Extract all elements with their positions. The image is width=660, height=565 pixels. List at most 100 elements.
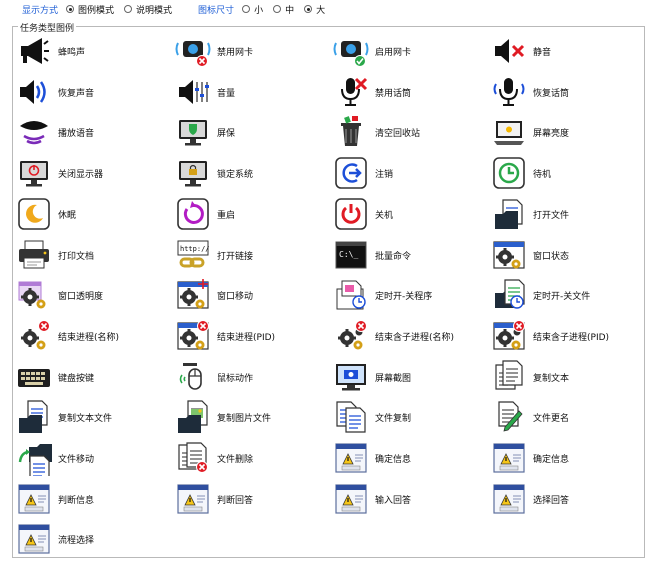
legend-item-label: 结束含子进程(PID)	[533, 332, 610, 343]
legend-item: 播放语音	[16, 114, 94, 150]
print-document-icon	[16, 237, 52, 273]
legend-item: 屏幕亮度	[491, 114, 569, 150]
legend-item-label: 键盘按键	[58, 373, 95, 384]
legend-item-label: 结束含子进程(名称)	[375, 332, 455, 343]
file-rename-icon	[491, 399, 527, 435]
icon-size-large-radio[interactable]: 大	[304, 3, 325, 16]
legend-item: 文件删除	[175, 440, 253, 476]
legend-item: 判断回答	[175, 481, 253, 517]
legend-item-label: 重启	[217, 210, 236, 221]
icon-size-small-radio[interactable]: 小	[242, 3, 263, 16]
icon-size-medium-radio[interactable]: 中	[273, 3, 294, 16]
legend-item: 确定信息	[491, 440, 569, 476]
legend-item-label: 清空回收站	[375, 128, 421, 139]
icon-size-label: 图标尺寸	[198, 5, 235, 16]
legend-item-label: 文件复制	[375, 413, 412, 424]
restore-sound-icon	[16, 74, 52, 110]
kill-process-tree-name-icon	[333, 318, 369, 354]
legend-item: 关机	[333, 196, 393, 232]
legend-item-label: 休眠	[58, 210, 77, 221]
legend-item: 复制文本文件	[16, 399, 112, 435]
legend-item-label: 打开链接	[217, 251, 254, 262]
legend-item: 鼠标动作	[175, 359, 253, 395]
legend-item: 注销	[333, 155, 393, 191]
restore-mic-icon	[491, 74, 527, 110]
legend-item: 文件更名	[491, 399, 569, 435]
legend-item-label: 流程选择	[58, 535, 95, 546]
hibernate-icon	[16, 196, 52, 232]
confirm-message-icon	[333, 440, 369, 476]
svg-text:http://: http://	[180, 245, 210, 253]
legend-item: 窗口移动	[175, 277, 253, 313]
svg-text:C:\_: C:\_	[339, 250, 358, 259]
copy-image-file-icon	[175, 399, 211, 435]
legend-item-label: 复制图片文件	[217, 413, 272, 424]
legend-item: 结束进程(名称)	[16, 318, 119, 354]
disable-mic-icon	[333, 74, 369, 110]
file-delete-icon	[175, 440, 211, 476]
copy-text-file-icon	[16, 399, 52, 435]
legend-item-label: 确定信息	[375, 454, 412, 465]
keyboard-icon	[16, 359, 52, 395]
monitor-off-icon	[16, 155, 52, 191]
legend-item-label: 禁用网卡	[217, 47, 254, 58]
options-bar: 显示方式 图例模式 说明模式 图标尺寸 小 中 大	[0, 0, 660, 18]
empty-recycle-bin-icon	[333, 114, 369, 150]
display-mode-label: 显示方式	[22, 5, 59, 16]
file-copy-icon	[333, 399, 369, 435]
mute-icon	[491, 33, 527, 69]
display-mode-description-radio[interactable]: 说明模式	[124, 3, 172, 16]
radio-dot	[66, 5, 75, 13]
legend-item: 打印文档	[16, 237, 94, 273]
screen-brightness-icon	[491, 114, 527, 150]
legend-item-label: 鼠标动作	[217, 373, 254, 384]
legend-item-label: 批量命令	[375, 251, 412, 262]
legend-item-label: 关机	[375, 210, 394, 221]
legend-item: 文件复制	[333, 399, 411, 435]
legend-item: 静音	[491, 33, 551, 69]
legend-item-label: 禁用话筒	[375, 88, 412, 99]
volume-icon	[175, 74, 211, 110]
timed-file-icon	[491, 277, 527, 313]
legend-item: 禁用话筒	[333, 74, 411, 110]
window-state-icon	[491, 237, 527, 273]
legend-item-label: 打开文件	[533, 210, 570, 221]
legend-item: 锁定系统	[175, 155, 253, 191]
legend-item-label: 蜂鸣声	[58, 47, 86, 58]
legend-item-label: 锁定系统	[217, 169, 254, 180]
batch-command-icon: C:\_	[333, 237, 369, 273]
display-mode-legend-radio[interactable]: 图例模式	[66, 3, 114, 16]
screensaver-icon	[175, 114, 211, 150]
disable-nic-icon	[175, 33, 211, 69]
legend-item: 关闭显示器	[16, 155, 103, 191]
legend-item-label: 结束进程(名称)	[58, 332, 120, 343]
legend-item: 选择回答	[491, 481, 569, 517]
legend-item-label: 选择回答	[533, 495, 570, 506]
legend-item-label: 窗口状态	[533, 251, 570, 262]
legend-item: 窗口透明度	[16, 277, 103, 313]
legend-item-label: 屏幕亮度	[533, 128, 570, 139]
legend-item-label: 文件删除	[217, 454, 254, 465]
legend-item: 键盘按键	[16, 359, 94, 395]
legend-item-label: 判断回答	[217, 495, 254, 506]
legend-item: 恢复声音	[16, 74, 94, 110]
kill-process-pid-icon	[175, 318, 211, 354]
radio-dot	[124, 5, 133, 13]
window-transparency-icon	[16, 277, 52, 313]
legend-item: 结束含子进程(PID)	[491, 318, 609, 354]
radio-dot	[242, 5, 251, 13]
legend-item-label: 恢复话筒	[533, 88, 570, 99]
choose-answer-icon	[491, 481, 527, 517]
legend-item: 音量	[175, 74, 235, 110]
legend-item-label: 打印文档	[58, 251, 95, 262]
judge-answer-icon	[175, 481, 211, 517]
legend-item: 屏幕截图	[333, 359, 411, 395]
legend-item: 复制图片文件	[175, 399, 271, 435]
input-answer-icon	[333, 481, 369, 517]
legend-item: 恢复话筒	[491, 74, 569, 110]
legend-item: 窗口状态	[491, 237, 569, 273]
legend-item-label: 输入回答	[375, 495, 412, 506]
legend-item-label: 静音	[533, 47, 552, 58]
radio-dot	[273, 5, 282, 13]
legend-item: 重启	[175, 196, 235, 232]
